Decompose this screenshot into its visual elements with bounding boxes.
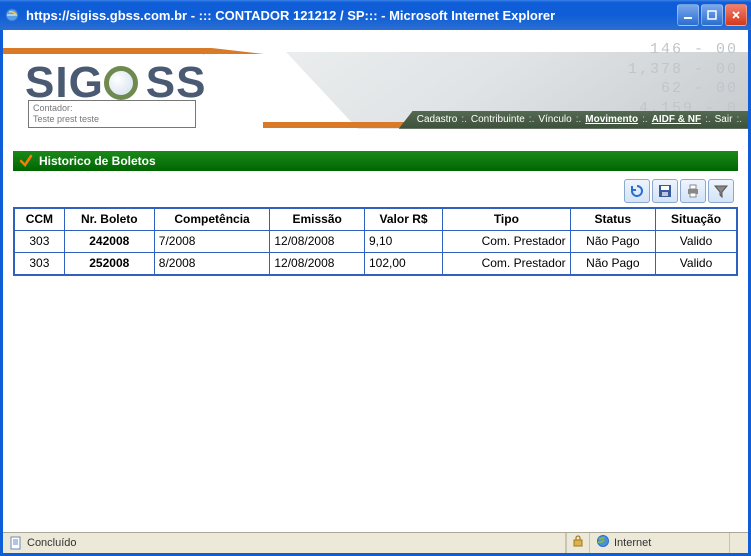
- table-row[interactable]: 303 242008 7/2008 12/08/2008 9,10 Com. P…: [15, 230, 737, 252]
- cell-competencia: 7/2008: [154, 230, 270, 252]
- lock-icon: [572, 535, 584, 550]
- grid-toolbar: [13, 179, 738, 203]
- globe-icon: [596, 534, 610, 551]
- col-valor[interactable]: Valor R$: [364, 208, 442, 230]
- col-competencia[interactable]: Competência: [154, 208, 270, 230]
- cell-situacao: Valido: [656, 252, 737, 274]
- cell-tipo: Com. Prestador: [443, 252, 570, 274]
- banner-stripe: [198, 48, 298, 128]
- main-nav: Cadastro:. Contribuinte:. Vínculo:. Movi…: [399, 111, 748, 129]
- nav-movimento[interactable]: Movimento: [585, 114, 638, 125]
- status-pane-zone[interactable]: Internet: [590, 533, 730, 553]
- col-situacao[interactable]: Situação: [656, 208, 737, 230]
- content-area: Historico de Boletos CCM Nr. Boleto: [3, 129, 748, 532]
- contador-label: Contador:: [33, 103, 191, 114]
- save-button[interactable]: [652, 179, 678, 203]
- nav-sair[interactable]: Sair: [715, 114, 733, 125]
- nav-cadastro[interactable]: Cadastro: [417, 114, 458, 125]
- col-ccm[interactable]: CCM: [15, 208, 65, 230]
- document-icon: [9, 536, 23, 550]
- cell-valor: 102,00: [364, 252, 442, 274]
- col-status[interactable]: Status: [570, 208, 655, 230]
- col-emissao[interactable]: Emissão: [270, 208, 365, 230]
- cell-nr-boleto-link[interactable]: 252008: [64, 252, 154, 274]
- cell-competencia: 8/2008: [154, 252, 270, 274]
- cell-tipo: Com. Prestador: [443, 230, 570, 252]
- cell-situacao: Valido: [656, 230, 737, 252]
- cell-valor: 9,10: [364, 230, 442, 252]
- status-pane-lock: [566, 533, 590, 553]
- banner-decor-numbers: 146 - 00 1,378 - 00 62 - 00 4,159 - 0: [628, 40, 738, 118]
- contador-info-box: Contador: Teste prest teste: [28, 100, 196, 128]
- section-title: Historico de Boletos: [39, 154, 156, 168]
- table-row[interactable]: 303 252008 8/2008 12/08/2008 102,00 Com.…: [15, 252, 737, 274]
- minimize-button[interactable]: [677, 4, 699, 26]
- col-nr-boleto[interactable]: Nr. Boleto: [64, 208, 154, 230]
- table-header-row: CCM Nr. Boleto Competência Emissão Valor…: [15, 208, 737, 230]
- print-button[interactable]: [680, 179, 706, 203]
- cell-ccm: 303: [15, 230, 65, 252]
- section-header: Historico de Boletos: [13, 151, 738, 171]
- close-button[interactable]: [725, 4, 747, 26]
- window-title: https://sigiss.gbss.com.br - ::: CONTADO…: [26, 8, 677, 23]
- cell-status: Não Pago: [570, 252, 655, 274]
- nav-contribuinte[interactable]: Contribuinte: [471, 114, 525, 125]
- filter-button[interactable]: [708, 179, 734, 203]
- nav-aidf-nf[interactable]: AIDF & NF: [652, 114, 701, 125]
- cell-ccm: 303: [15, 252, 65, 274]
- nav-vinculo[interactable]: Vínculo: [538, 114, 571, 125]
- cell-nr-boleto-link[interactable]: 242008: [64, 230, 154, 252]
- contador-value: Teste prest teste: [33, 114, 99, 124]
- boletos-grid: CCM Nr. Boleto Competência Emissão Valor…: [13, 207, 738, 276]
- window-controls: [677, 4, 747, 26]
- status-pane-main: Concluído: [3, 533, 566, 553]
- zone-text: Internet: [614, 537, 651, 549]
- refresh-button[interactable]: [624, 179, 650, 203]
- ie-icon: [4, 7, 20, 23]
- statusbar: Concluído Internet: [3, 532, 748, 553]
- maximize-button[interactable]: [701, 4, 723, 26]
- empty-area: [13, 276, 738, 526]
- cell-emissao: 12/08/2008: [270, 230, 365, 252]
- window-titlebar: https://sigiss.gbss.com.br - ::: CONTADO…: [0, 0, 751, 30]
- cell-status: Não Pago: [570, 230, 655, 252]
- col-tipo[interactable]: Tipo: [443, 208, 570, 230]
- check-icon: [19, 154, 33, 168]
- client-area: 146 - 00 1,378 - 00 62 - 00 4,159 - 0 SI…: [0, 30, 751, 556]
- cell-emissao: 12/08/2008: [270, 252, 365, 274]
- status-text: Concluído: [27, 537, 77, 549]
